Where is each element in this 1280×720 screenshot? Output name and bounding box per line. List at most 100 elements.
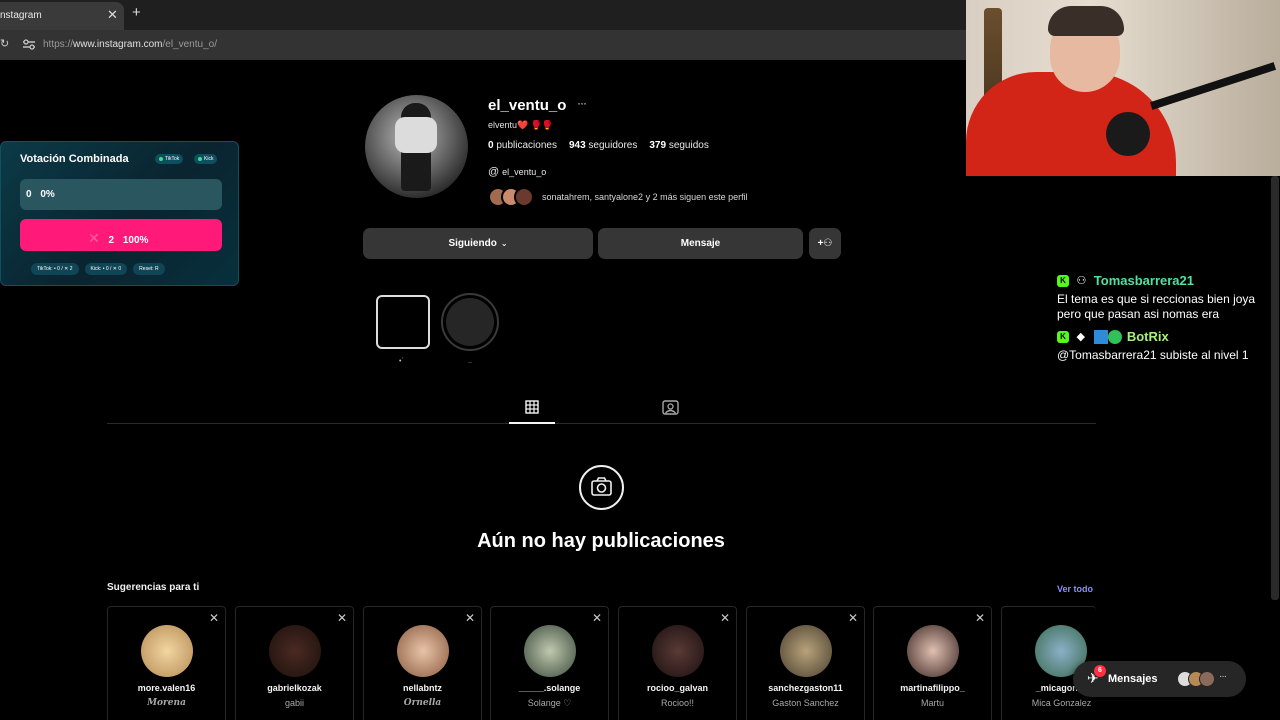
avatar xyxy=(269,625,321,677)
followed-by-text: sonatahrem, santyalone2 y 2 más siguen e… xyxy=(542,192,748,202)
vote-option-1: 0 0% xyxy=(20,179,222,210)
threads-icon: @ xyxy=(488,166,500,178)
vote-option-1-percent: 0% xyxy=(40,189,55,200)
suggest-users-button[interactable]: +⚇ xyxy=(809,228,841,259)
highlight-1[interactable] xyxy=(376,295,430,349)
followers-count: 943 xyxy=(568,140,586,151)
close-icon[interactable]: ✕ xyxy=(107,7,118,23)
webcam-person-hair xyxy=(1048,6,1124,36)
suggestion-card[interactable]: ✕ martinafilippo_ Martu xyxy=(873,606,992,720)
more-options-icon[interactable]: ··· xyxy=(577,96,587,110)
suggestion-card[interactable]: ✕ gabrielkozak gabii xyxy=(235,606,354,720)
close-icon[interactable]: ✕ xyxy=(848,611,858,625)
webcam-mic-arm xyxy=(1149,62,1277,110)
threads-link[interactable]: @ el_ventu_o xyxy=(488,166,546,178)
kick-icon: K xyxy=(1057,274,1069,287)
vote-option-2-count: 2 xyxy=(108,235,115,246)
following-button[interactable]: Siguiendo ⌄ xyxy=(363,228,593,259)
chat-header: K ◆ BotRix xyxy=(1057,328,1280,348)
suggestion-username: sanchezgaston11 xyxy=(768,683,843,693)
suggestion-name: Martu xyxy=(920,698,944,708)
profile-full-name: elventu❤️ 🥊🥊 xyxy=(488,120,554,130)
suggestion-name: Mica Gonzalez xyxy=(1031,698,1092,708)
close-icon[interactable]: ✕ xyxy=(337,611,347,625)
following-label: seguidos xyxy=(668,140,709,151)
suggestion-card[interactable]: ✕ more.valen16 Morena xyxy=(107,606,226,720)
suggestion-card[interactable]: ✕ sanchezgaston11 Gaston Sanchez xyxy=(746,606,865,720)
messages-button[interactable]: ✈ 6 Mensajes ··· xyxy=(1073,661,1246,697)
vote-footer: TikTok: • 0 / ✕ 2 Kick: • 0 / ✕ 0 Reset:… xyxy=(31,263,165,275)
avatar xyxy=(907,625,959,677)
posts-label: publicaciones xyxy=(496,140,557,151)
site-settings-icon[interactable] xyxy=(22,38,36,51)
avatar xyxy=(141,625,193,677)
suggestion-name: Gaston Sanchez xyxy=(772,698,839,708)
suggestion-username: martinafilippo_ xyxy=(900,683,965,693)
avatar xyxy=(514,187,534,207)
vote-title: Votación Combinada xyxy=(20,153,129,165)
tab-posts[interactable] xyxy=(509,396,555,424)
vote-footer-tiktok: TikTok: • 0 / ✕ 2 xyxy=(31,263,79,275)
close-icon[interactable]: ✕ xyxy=(975,611,985,625)
close-icon[interactable]: ✕ xyxy=(465,611,475,625)
profile-username: el_ventu_o xyxy=(488,97,567,114)
suggestion-name: Rocioo!! xyxy=(660,698,695,708)
avatar xyxy=(780,625,832,677)
suggestion-name: Ornella xyxy=(403,698,442,708)
vote-option-2-percent: 100% xyxy=(122,235,149,246)
verified-icon xyxy=(1108,329,1123,344)
suggestion-username: _____.solange xyxy=(518,683,581,693)
close-icon[interactable]: ✕ xyxy=(592,611,602,625)
kick-chip-label: Kick xyxy=(204,156,214,162)
close-icon[interactable]: ✕ xyxy=(209,611,219,625)
suggestion-username: more.valen16 xyxy=(137,683,196,693)
page-scrollbar[interactable] xyxy=(1271,176,1279,600)
browser-tab[interactable]: nstagram ✕ xyxy=(0,2,124,30)
close-icon[interactable]: ✕ xyxy=(720,611,730,625)
close-icon: ✕ xyxy=(88,230,100,246)
vote-overlay: Votación Combinada TikTok Kick 0 0% ✕ 2 … xyxy=(0,141,239,286)
vote-footer-kick: Kick: • 0 / ✕ 0 xyxy=(84,263,128,275)
highlight-2[interactable] xyxy=(441,293,499,351)
chat-message: @Tomasbarrera21 subiste al nivel 1 xyxy=(1057,348,1249,362)
suggestion-card[interactable]: ✕ nellabntz Ornella xyxy=(363,606,482,720)
suggestion-card[interactable]: ✕ _____.solange Solange ♡ xyxy=(490,606,609,720)
url-prefix: https:// xyxy=(43,39,74,50)
webcam-feed xyxy=(966,0,1280,176)
following-stat[interactable]: 379 seguidos xyxy=(649,140,709,151)
kick-chip: Kick xyxy=(194,154,218,164)
more-options-icon: ··· xyxy=(1219,671,1227,682)
profile-avatar[interactable] xyxy=(365,95,468,198)
chat-header: K ⚇ Tomasbarrera21 xyxy=(1057,272,1280,292)
reload-icon[interactable]: ↻ xyxy=(0,37,9,50)
chat-overlay: K ⚇ Tomasbarrera21 El tema es que si rec… xyxy=(1057,272,1280,363)
add-person-icon: +⚇ xyxy=(817,238,833,249)
followers-stat[interactable]: 943 seguidores xyxy=(569,140,637,151)
grid-icon xyxy=(525,400,539,414)
followers-label: seguidores xyxy=(588,140,638,151)
following-count: 379 xyxy=(649,140,667,151)
avatar xyxy=(524,625,576,677)
message-button[interactable]: Mensaje xyxy=(598,228,803,259)
user-icon: ⚇ xyxy=(1076,275,1087,288)
messages-badge: 6 xyxy=(1094,665,1106,677)
tagged-icon[interactable] xyxy=(660,397,682,419)
camera-icon xyxy=(579,465,624,510)
messages-label: Mensajes xyxy=(1108,673,1158,685)
suggestion-card[interactable]: ✕ rocioo_galvan Rocioo!! xyxy=(618,606,737,720)
url-input[interactable]: https://www.instagram.com/el_ventu_o/ xyxy=(43,39,217,50)
empty-state-title: Aún no hay publicaciones xyxy=(477,530,725,552)
vote-footer-reset: Reset: R xyxy=(133,263,165,275)
following-button-label: Siguiendo xyxy=(448,238,497,249)
followed-by[interactable]: sonatahrem, santyalone2 y 2 más siguen e… xyxy=(488,186,748,208)
posts-count: 0 xyxy=(488,140,494,151)
tab-title: nstagram xyxy=(0,10,42,21)
tabs-divider xyxy=(107,423,1096,424)
new-tab-icon[interactable]: + xyxy=(132,4,141,21)
webcam-microphone xyxy=(1106,112,1150,156)
see-all-link[interactable]: Ver todo xyxy=(1057,584,1093,594)
suggestion-name: Morena xyxy=(147,698,186,708)
tiktok-chip-label: TikTok xyxy=(165,156,180,162)
avatar xyxy=(652,625,704,677)
avatar xyxy=(397,625,449,677)
